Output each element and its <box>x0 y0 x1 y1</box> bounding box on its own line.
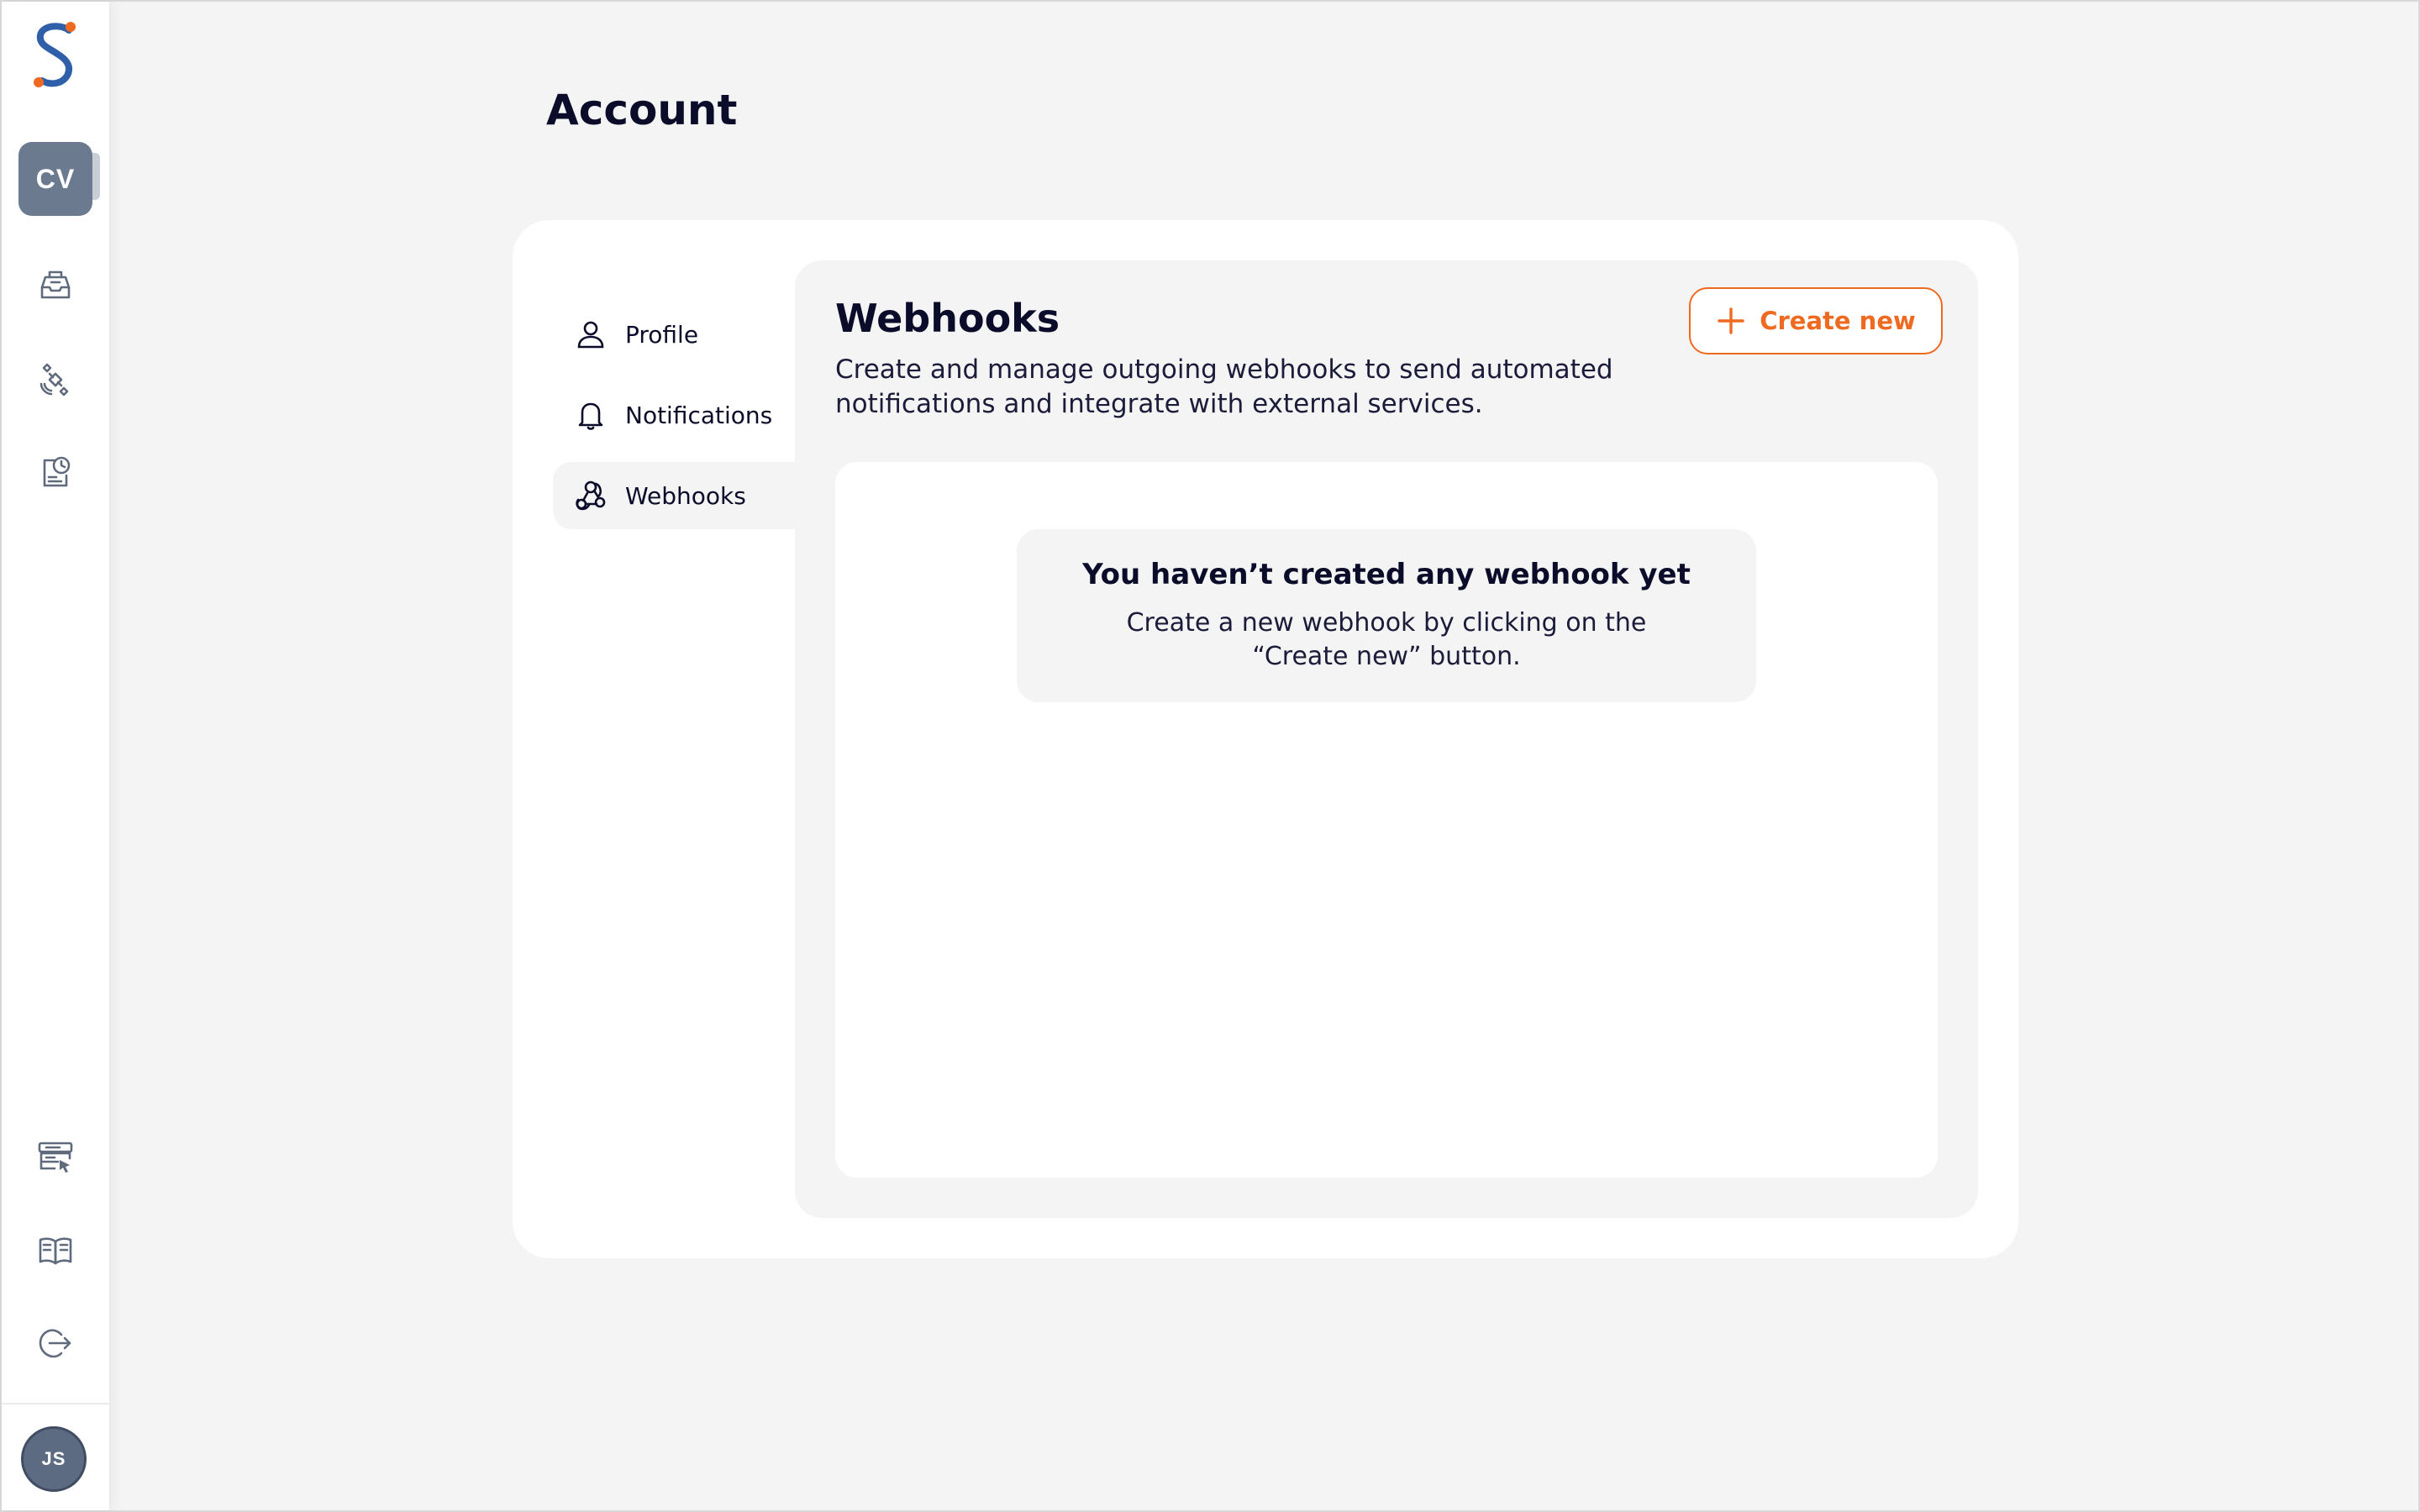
menu-item-label: Webhooks <box>625 481 746 510</box>
docs-book-icon <box>39 1237 72 1265</box>
webhooks-panel: Webhooks Create and manage outgoing webh… <box>795 260 1978 1218</box>
logout-icon <box>39 1329 71 1358</box>
user-icon <box>577 321 604 349</box>
satellite-nav-button[interactable] <box>34 358 77 402</box>
bell-icon <box>578 402 603 430</box>
account-settings-card: Profile Notifications Webhooks Webhooks … <box>513 220 2018 1258</box>
team-active-indicator <box>92 153 100 200</box>
app-window: CV JS Account Profile Notifications Webh… <box>0 0 2420 1512</box>
workspace-select-icon <box>38 1142 73 1173</box>
logout-nav-button[interactable] <box>34 1322 77 1366</box>
team-switcher-badge[interactable]: CV <box>18 142 92 216</box>
menu-item-webhooks[interactable]: Webhooks <box>553 462 795 529</box>
webhook-icon <box>576 480 606 511</box>
inbox-nav-button[interactable] <box>34 265 77 308</box>
scheduled-report-nav-button[interactable] <box>34 451 77 495</box>
menu-item-notifications[interactable]: Notifications <box>553 381 795 449</box>
section-title: Webhooks <box>835 296 1060 341</box>
brand-logo-icon <box>34 22 76 87</box>
menu-item-profile[interactable]: Profile <box>553 301 795 368</box>
create-new-webhook-button[interactable]: Create new <box>1689 287 1943 354</box>
scheduled-report-icon <box>43 456 71 487</box>
section-description: Create and manage outgoing webhooks to s… <box>835 354 1613 419</box>
inbox-icon <box>40 270 71 299</box>
menu-item-label: Notifications <box>625 401 773 429</box>
left-nav-rail: CV JS <box>2 2 109 1510</box>
menu-item-label: Profile <box>625 320 699 349</box>
webhooks-list: You haven’t created any webhook yet Crea… <box>835 462 1938 1178</box>
rail-divider <box>2 1403 109 1404</box>
workspace-select-nav-button[interactable] <box>34 1136 77 1179</box>
empty-state-title: You haven’t created any webhook yet <box>1082 558 1691 591</box>
user-avatar[interactable]: JS <box>21 1426 87 1492</box>
page-title: Account <box>546 86 738 134</box>
create-new-label: Create new <box>1760 307 1916 335</box>
empty-state: You haven’t created any webhook yet Crea… <box>1017 529 1756 702</box>
plus-icon <box>1718 307 1744 334</box>
docs-nav-button[interactable] <box>34 1229 77 1273</box>
empty-state-description: Create a new webhook by clicking on the … <box>1126 608 1647 671</box>
satellite-icon <box>39 363 69 396</box>
